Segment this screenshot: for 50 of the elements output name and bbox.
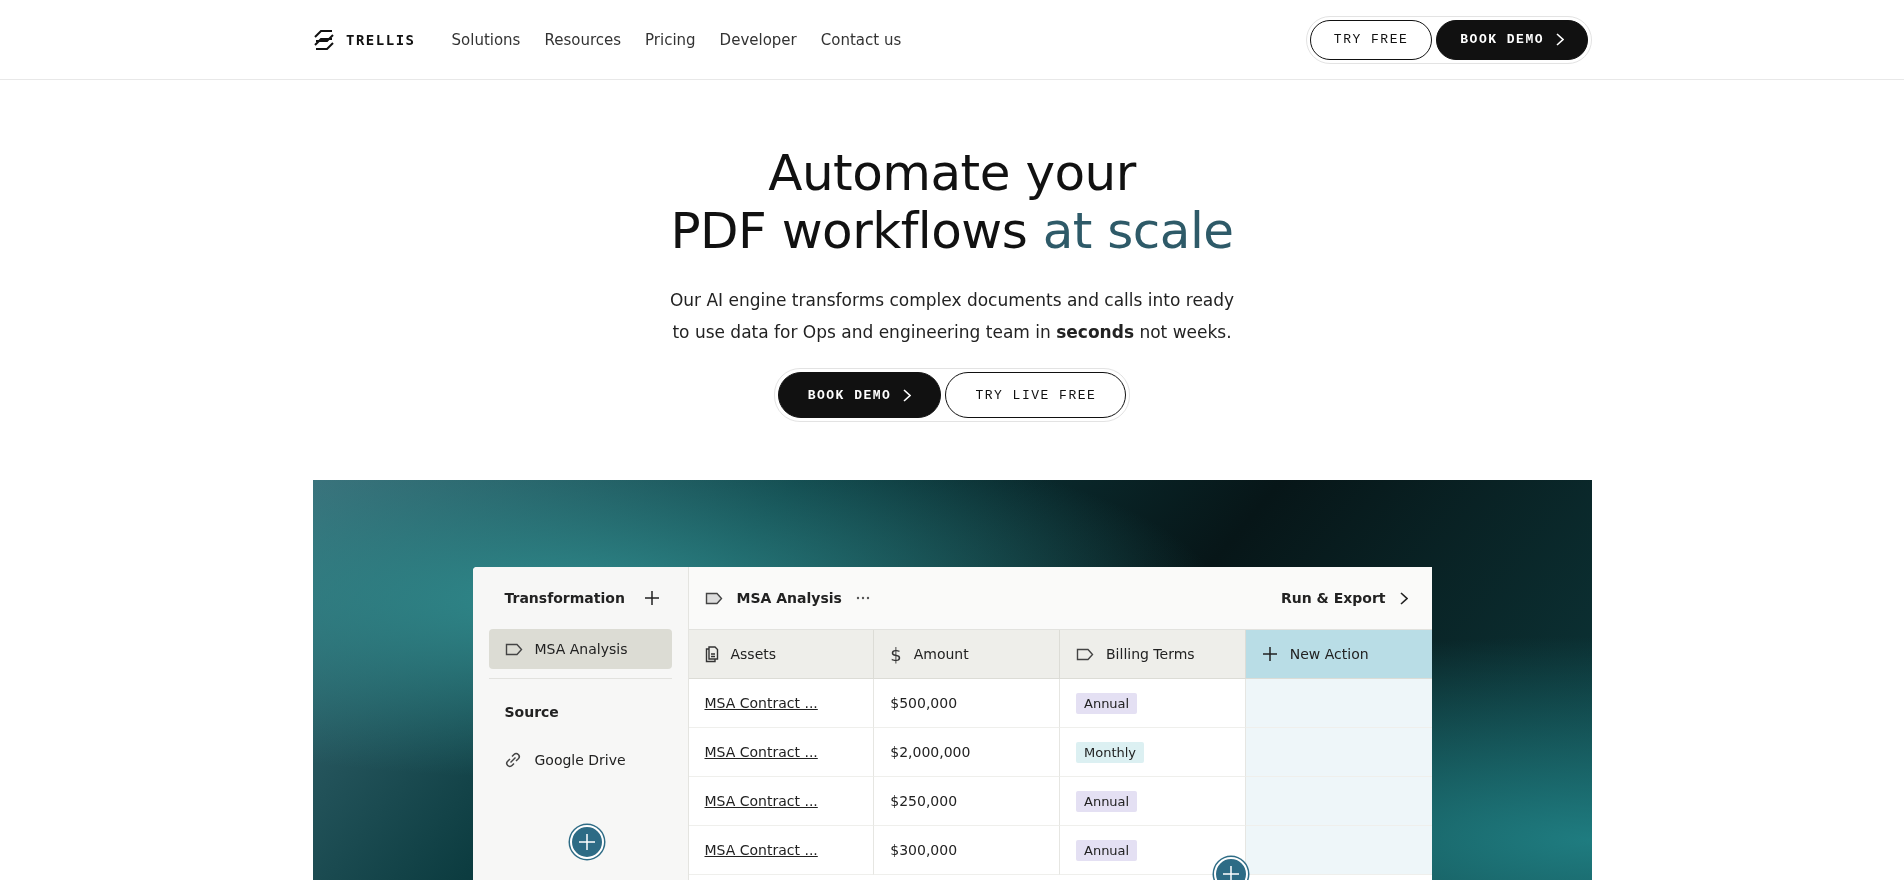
sheet-title: MSA Analysis bbox=[736, 590, 842, 606]
nav-link[interactable]: Contact us bbox=[820, 30, 902, 49]
column-header[interactable]: New Action bbox=[1245, 630, 1432, 679]
column-header[interactable]: Assets bbox=[688, 630, 875, 679]
sidebar-title: Transformation bbox=[504, 590, 625, 606]
currency-symbol: $ bbox=[890, 643, 902, 665]
run-export-link[interactable]: Run & Export bbox=[1281, 590, 1408, 606]
plus-icon bbox=[1261, 646, 1278, 662]
chevron-right-icon bbox=[903, 388, 912, 402]
try-live-free-button[interactable]: TRY LIVE FREE bbox=[945, 372, 1127, 418]
sidebar-item[interactable]: MSA Analysis bbox=[488, 629, 672, 669]
billing-tag: Annual bbox=[1076, 692, 1138, 714]
chevron-right-icon bbox=[1556, 33, 1564, 46]
amount-text: $500,000 bbox=[890, 695, 958, 711]
plus-icon[interactable] bbox=[643, 590, 660, 606]
amount-text: $2,000,000 bbox=[890, 744, 971, 760]
column-header[interactable]: $ Amount bbox=[874, 630, 1060, 679]
billing-tag: Monthly bbox=[1076, 741, 1145, 763]
link-icon bbox=[504, 752, 521, 768]
nav-link[interactable]: Developer bbox=[719, 30, 797, 49]
tag-icon bbox=[504, 642, 523, 656]
asset-link[interactable]: MSA Contract ... bbox=[704, 793, 818, 809]
chevron-right-icon bbox=[1399, 591, 1408, 605]
plus-icon bbox=[1220, 864, 1241, 880]
book-demo-button[interactable]: BOOK DEMO bbox=[1436, 19, 1588, 60]
amount-text: $300,000 bbox=[890, 842, 958, 858]
try-free-button[interactable]: TRY FREE bbox=[1309, 19, 1433, 60]
tag-icon bbox=[704, 591, 723, 605]
tag-icon bbox=[1076, 647, 1094, 661]
nav-link[interactable]: Solutions bbox=[451, 30, 521, 49]
nav-link[interactable]: Resources bbox=[544, 30, 622, 49]
asset-link[interactable]: MSA Contract ... bbox=[704, 744, 818, 760]
more-icon[interactable] bbox=[855, 596, 870, 600]
source-item[interactable]: Google Drive bbox=[488, 736, 672, 784]
nav-link[interactable]: Pricing bbox=[645, 30, 696, 49]
logo-icon bbox=[312, 28, 336, 51]
amount-text: $250,000 bbox=[890, 793, 958, 809]
asset-link[interactable]: MSA Contract ... bbox=[704, 842, 818, 858]
column-header[interactable]: Billing Terms bbox=[1060, 630, 1246, 679]
billing-tag: Annual bbox=[1076, 839, 1138, 861]
plus-icon bbox=[576, 832, 597, 852]
document-icon bbox=[704, 645, 719, 663]
billing-tag: Annual bbox=[1076, 790, 1138, 812]
hero-title: Automate your PDF workflows at scale bbox=[670, 144, 1234, 260]
add-button[interactable] bbox=[569, 825, 604, 859]
asset-link[interactable]: MSA Contract ... bbox=[704, 695, 818, 711]
section-title: Source bbox=[503, 703, 560, 722]
hero-subtitle: Our AI engine transforms complex documents and calls into ready to use data for Ops and engineering team in seconds not weeks. bbox=[669, 289, 1235, 344]
brand-name[interactable]: TRELLIS bbox=[346, 31, 416, 48]
book-demo-button[interactable]: BOOK DEMO bbox=[777, 372, 942, 418]
